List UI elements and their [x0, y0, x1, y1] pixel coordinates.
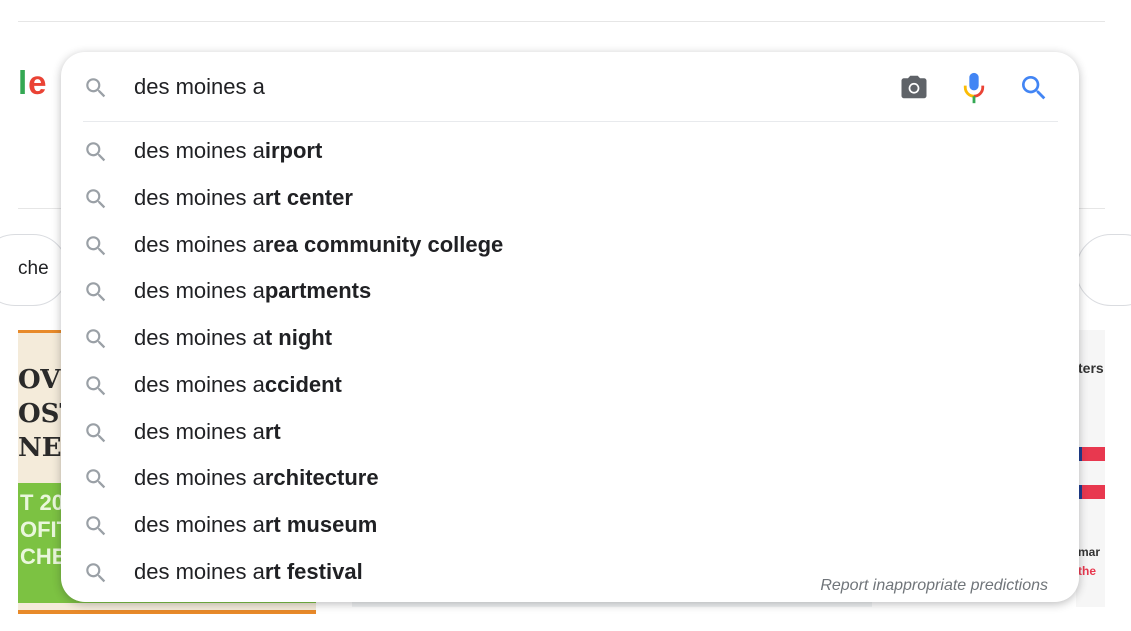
search-icon: [86, 423, 106, 443]
search-divider: [83, 121, 1058, 122]
image-text-bottom-red: the: [1078, 564, 1096, 578]
google-logo-fragment[interactable]: le: [18, 64, 48, 102]
suggestion-text: des moines art: [134, 419, 281, 444]
search-submit-icon[interactable]: [1018, 72, 1050, 104]
search-autocomplete-popup: des moines a des moines airport des moin…: [61, 52, 1079, 602]
camera-icon[interactable]: [897, 72, 931, 102]
result-image-right[interactable]: ters mar the: [1076, 330, 1105, 607]
suggestion-item[interactable]: des moines art: [61, 409, 1079, 455]
search-icon: [86, 142, 106, 162]
top-divider: [18, 21, 1105, 22]
search-icon: [86, 376, 106, 396]
search-icon: [86, 469, 106, 489]
flag-bar: [1076, 485, 1105, 499]
suggestion-item[interactable]: des moines accident: [61, 362, 1079, 408]
suggestion-item[interactable]: des moines area community college: [61, 222, 1079, 268]
logo-letter-e: e: [28, 64, 48, 101]
search-icon: [86, 563, 106, 583]
report-predictions-link[interactable]: Report inappropriate predictions: [820, 577, 1048, 595]
filter-chip-label: che: [18, 258, 49, 279]
flag-bar: [1076, 447, 1105, 461]
suggestion-item[interactable]: des moines at night: [61, 315, 1079, 361]
suggestion-text: des moines architecture: [134, 465, 379, 490]
image-text-bottom: mar: [1078, 545, 1101, 559]
search-input[interactable]: des moines a: [134, 74, 265, 100]
search-icon: [86, 189, 106, 209]
suggestion-item[interactable]: des moines art museum: [61, 502, 1079, 548]
suggestion-text: des moines apartments: [134, 278, 372, 303]
microphone-icon[interactable]: [960, 71, 988, 105]
filter-chip-right[interactable]: [1076, 234, 1131, 306]
suggestion-text: des moines art center: [134, 185, 353, 210]
search-icon: [86, 282, 106, 302]
search-bar: des moines a: [61, 52, 1079, 122]
suggestion-text: des moines area community college: [134, 232, 504, 257]
search-icon: [86, 516, 106, 536]
suggestion-item[interactable]: des moines airport: [61, 128, 1079, 174]
search-icon: [86, 78, 106, 98]
suggestion-item[interactable]: des moines apartments: [61, 268, 1079, 314]
suggestion-text: des moines art museum: [134, 512, 378, 537]
suggestion-text: des moines airport: [134, 138, 323, 163]
suggestion-text: des moines at night: [134, 325, 333, 350]
search-icon: [86, 329, 106, 349]
suggestion-text: des moines art festival: [134, 559, 363, 584]
image-text-top: ters: [1078, 360, 1104, 376]
suggestion-text: des moines accident: [134, 372, 342, 397]
suggestion-item[interactable]: des moines art center: [61, 175, 1079, 221]
suggestion-item[interactable]: des moines architecture: [61, 455, 1079, 501]
search-icon: [86, 236, 106, 256]
logo-letter-l: l: [18, 64, 29, 101]
